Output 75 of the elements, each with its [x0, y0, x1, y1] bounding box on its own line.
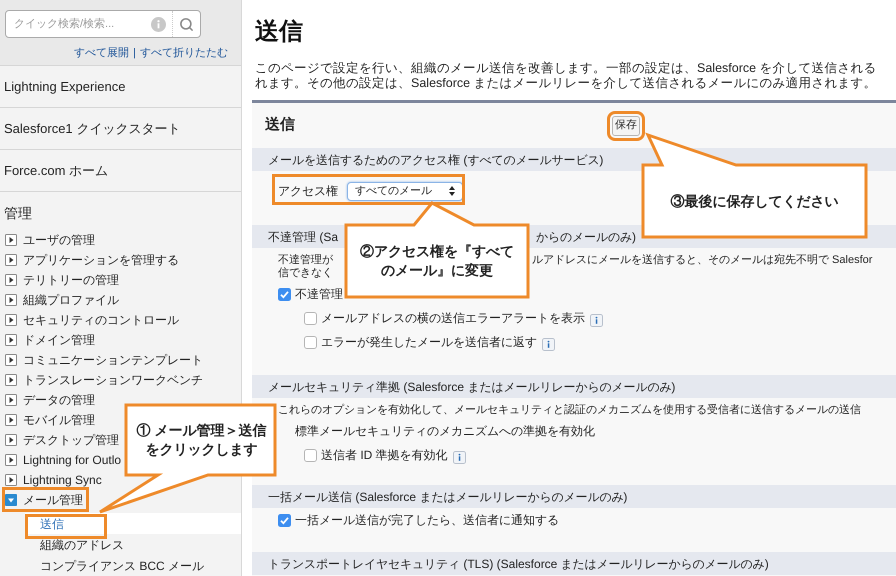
- tree-item[interactable]: ユーザの管理: [23, 231, 95, 249]
- tree-item[interactable]: セキュリティのコントロール: [23, 311, 179, 329]
- callout-text: ②アクセス権を『すべて のメール』に変更: [360, 242, 514, 280]
- option-label: エラーが発生したメールを送信者に返す: [321, 334, 537, 351]
- option-label: 送信者 ID 準拠を有効化: [321, 447, 448, 464]
- description-text: 信できなく: [278, 267, 333, 279]
- option-label: メールアドレスの横の送信エラーアラートを表示: [321, 310, 585, 327]
- tree-item[interactable]: データの管理: [23, 391, 95, 409]
- callout-text: ③最後に保存してください: [670, 192, 838, 210]
- option-label: 標準メールセキュリティのメカニズムへの準拠を有効化: [295, 423, 595, 440]
- tree-item[interactable]: モバイル管理: [23, 411, 95, 429]
- updown-icon: [449, 186, 455, 196]
- expand-icon[interactable]: [5, 254, 17, 266]
- expand-icon[interactable]: [5, 454, 17, 466]
- section-heading: 一括メール送信 (Salesforce またはメールリレーからのメールのみ): [268, 490, 628, 504]
- collapse-all-link[interactable]: すべて折りたたむ: [140, 46, 228, 60]
- expand-icon[interactable]: [5, 374, 17, 386]
- expand-icon[interactable]: [5, 474, 17, 486]
- section-heading: トランスポートレイヤセキュリティ (TLS) (Salesforce またはメールリレーからのメールのみ): [268, 556, 769, 570]
- description-text: このページで設定を行い、組織のメール送信を改善します。一部の設定は、Salesforce を介して送信される: [255, 61, 877, 75]
- description-text: 不達管理が: [278, 254, 333, 266]
- tree-item[interactable]: テリトリーの管理: [23, 271, 119, 289]
- info-icon[interactable]: [452, 450, 466, 464]
- tree-item[interactable]: アプリケーションを管理する: [23, 251, 179, 269]
- description-text: これらのオプションを有効化して、メールセキュリティと認証のメカニズムを使用する受信者に送信するメールの送信: [278, 404, 861, 416]
- section-heading: メールを送信するためのアクセス権 (すべてのメールサービス): [268, 152, 604, 166]
- section-title: 管理: [3, 204, 32, 223]
- field-label: アクセス権: [278, 183, 338, 200]
- checkbox[interactable]: [304, 336, 317, 348]
- expand-icon[interactable]: [5, 314, 17, 326]
- tree-item[interactable]: Lightning Sync: [23, 471, 102, 489]
- access-select[interactable]: すべてのメール: [347, 182, 463, 200]
- expand-icon[interactable]: [5, 354, 17, 366]
- sidebar-item[interactable]: Lightning Experience: [0, 65, 241, 107]
- tree-item[interactable]: トランスレーションワークベンチ: [23, 371, 203, 389]
- expand-all-link[interactable]: すべて展開: [74, 46, 130, 60]
- section-heading: からのメールのみ): [536, 230, 636, 244]
- search-field[interactable]: クイック検索/検索...: [5, 10, 201, 38]
- link-separator: |: [133, 46, 136, 60]
- tree-child-item[interactable]: 組織のアドレス: [25, 534, 241, 555]
- tree-item[interactable]: デスクトップ管理: [23, 431, 119, 449]
- tree-item[interactable]: Lightning for Outlo: [23, 451, 122, 469]
- tree-child-item[interactable]: 送信: [25, 513, 241, 534]
- sidebar-item[interactable]: Force.com ホーム: [0, 149, 241, 191]
- info-icon[interactable]: [542, 338, 555, 350]
- search-icon: [179, 16, 194, 32]
- callout-text: ① メール管理＞送信 をクリックします: [136, 421, 266, 459]
- tree-item[interactable]: メール管理: [23, 491, 83, 509]
- sidebar-item[interactable]: Salesforce1 クイックスタート: [0, 107, 241, 149]
- checkbox[interactable]: [278, 288, 291, 300]
- expand-icon[interactable]: [5, 234, 17, 246]
- panel-title: 送信: [265, 115, 295, 136]
- page-title: 送信: [254, 17, 303, 47]
- expand-icon[interactable]: [5, 294, 17, 306]
- expand-icon[interactable]: [5, 414, 17, 426]
- description-text: ルアドレスにメールを送信すると、そのメールは宛先不明で Salesfor: [532, 254, 872, 266]
- option-label: 一括メール送信が完了したら、送信者に通知する: [295, 512, 559, 529]
- expand-icon[interactable]: [5, 334, 17, 346]
- description-text: れます。その他の設定は、Salesforce またはメールリレーを介して送信されるメールにのみ適用されます。: [255, 76, 877, 90]
- tree-item[interactable]: コミュニケーションテンプレート: [23, 351, 203, 369]
- checkbox[interactable]: [278, 514, 291, 526]
- search-input[interactable]: クイック検索/検索...: [6, 11, 151, 37]
- checkbox[interactable]: [304, 448, 317, 462]
- checkbox[interactable]: [304, 312, 317, 324]
- expand-icon[interactable]: [5, 274, 17, 286]
- tree-child-item[interactable]: コンプライアンス BCC メール: [25, 555, 241, 576]
- section-heading: 不達管理 (Sa: [268, 230, 338, 244]
- tree-item[interactable]: ドメイン管理: [23, 331, 95, 349]
- info-icon[interactable]: [590, 314, 603, 326]
- expand-icon[interactable]: [5, 394, 17, 406]
- option-label: 不達管理: [295, 286, 343, 303]
- collapse-icon[interactable]: [5, 494, 17, 506]
- tree-item[interactable]: 組織プロファイル: [23, 291, 119, 309]
- expand-icon[interactable]: [5, 434, 17, 446]
- section-heading: メールセキュリティ準拠 (Salesforce またはメールリレーからのメールのみ): [268, 380, 676, 394]
